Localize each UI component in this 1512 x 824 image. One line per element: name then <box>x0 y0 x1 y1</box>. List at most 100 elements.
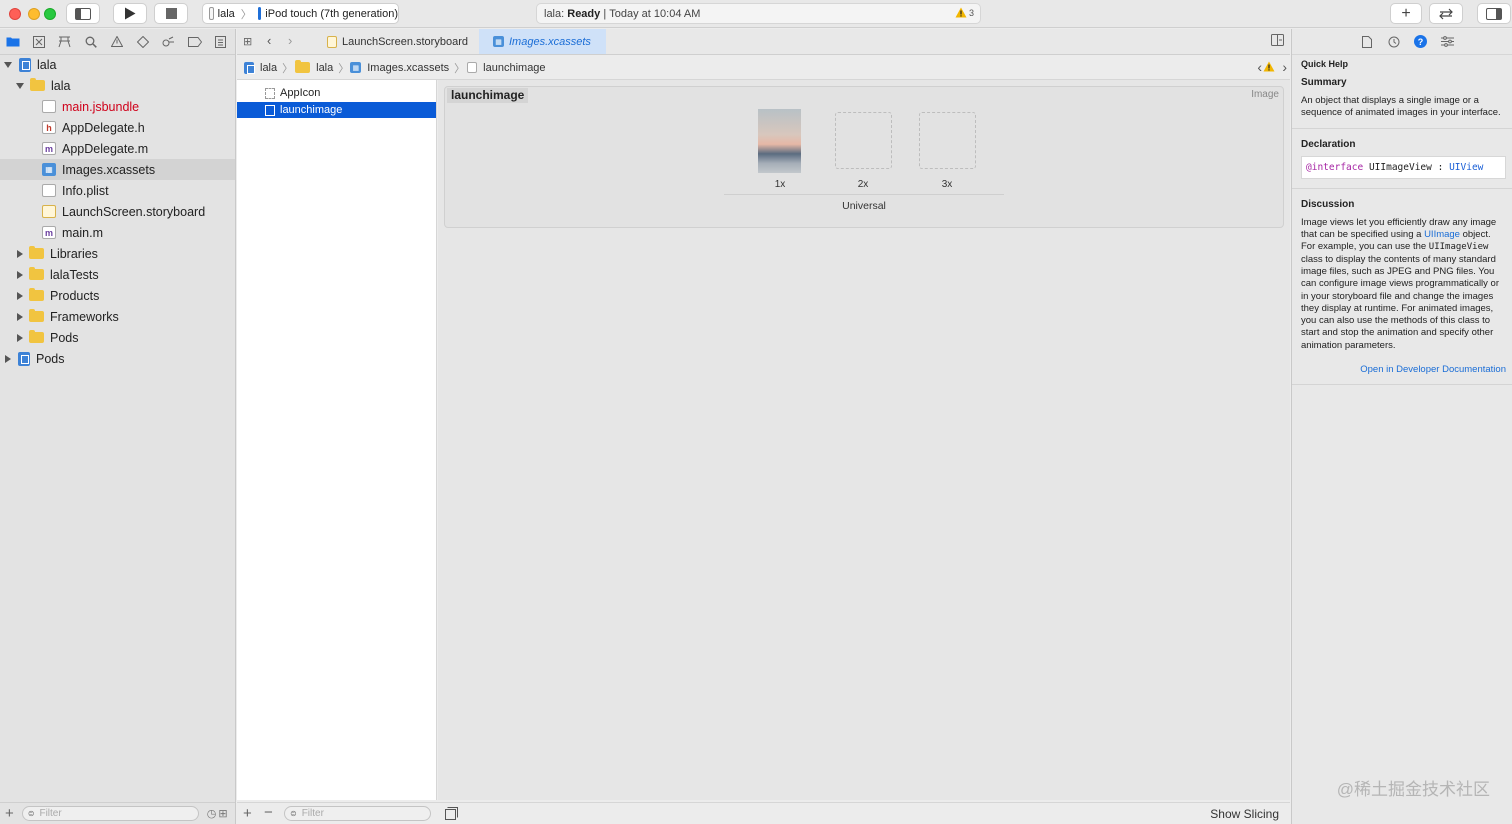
tree-item-appdelegate-m[interactable]: m AppDelegate.m <box>0 138 235 159</box>
asset-item-appicon[interactable]: AppIcon <box>237 85 436 101</box>
attributes-inspector-icon[interactable] <box>1441 35 1454 48</box>
tree-item-pods-group[interactable]: Pods <box>0 327 235 348</box>
scheme-selector[interactable]: lala 〉 iPod touch (7th generation) <box>202 3 399 24</box>
close-window-button[interactable] <box>9 8 21 20</box>
tree-item-frameworks[interactable]: Frameworks <box>0 306 235 327</box>
stop-icon <box>165 8 177 19</box>
source-control-icon[interactable] <box>31 34 46 49</box>
tree-item-main-m[interactable]: m main.m <box>0 222 235 243</box>
issue-navigator-icon[interactable] <box>109 34 124 49</box>
tree-item-products[interactable]: Products <box>0 285 235 306</box>
decl-superclass-link[interactable]: UIView <box>1449 162 1483 173</box>
summary-text: An object that displays a single image o… <box>1301 94 1501 118</box>
related-items-icon[interactable]: ⊞ <box>243 35 252 48</box>
toggle-inspector-button[interactable] <box>1477 3 1511 24</box>
breadcrumb-item[interactable]: Images.xcassets <box>367 62 449 74</box>
project-navigator: lala lala main.jsbundle h AppDelegate.h … <box>0 29 236 824</box>
debug-navigator-icon[interactable] <box>161 34 176 49</box>
slot-label-3x: 3x <box>941 179 953 190</box>
filter-options-icon[interactable]: ⊜ <box>290 809 297 818</box>
decl-colon: : <box>1437 162 1444 174</box>
asset-filter-input[interactable]: ⊜ Filter <box>284 806 431 821</box>
header-file-icon: h <box>42 121 56 134</box>
disclosure-closed-icon[interactable] <box>17 291 23 300</box>
quick-help-icon[interactable]: ? <box>1414 35 1427 48</box>
recent-files-icon[interactable]: ◷ <box>207 807 217 820</box>
stop-button[interactable] <box>154 3 188 24</box>
add-file-button[interactable]: + <box>5 805 14 822</box>
tree-item-label: AppDelegate.h <box>62 120 145 135</box>
library-button[interactable]: + <box>1390 3 1422 24</box>
tree-item-pods-project[interactable]: Pods <box>0 348 235 369</box>
disclosure-closed-icon[interactable] <box>17 312 23 321</box>
image-slot-3x[interactable] <box>919 112 976 169</box>
chevron-right-icon: 〉 <box>454 62 466 75</box>
remove-asset-button[interactable]: − <box>264 804 273 821</box>
run-button[interactable] <box>113 3 147 24</box>
tree-item-launchscreen[interactable]: LaunchScreen.storyboard <box>0 201 235 222</box>
tree-item-group-lala[interactable]: lala <box>0 75 235 96</box>
image-set-card[interactable]: launchimage Image 1x 2x 3x Universal <box>444 86 1284 228</box>
previous-issue-icon[interactable]: ‹ <box>1257 59 1262 75</box>
project-icon <box>18 351 30 366</box>
back-arrow-icon[interactable]: ‹ <box>267 33 271 48</box>
tree-item-label: Pods <box>36 351 65 366</box>
slot-label-2x: 2x <box>857 179 869 190</box>
disclosure-closed-icon[interactable] <box>17 333 23 342</box>
breakpoint-navigator-icon[interactable] <box>187 34 202 49</box>
zoom-window-button[interactable] <box>44 8 56 20</box>
tree-item-info-plist[interactable]: Info.plist <box>0 180 235 201</box>
disclosure-closed-icon[interactable] <box>17 270 23 279</box>
image-slot-1x[interactable] <box>758 109 801 173</box>
tree-item-lalatests[interactable]: lalaTests <box>0 264 235 285</box>
tree-item-images-xcassets[interactable]: ▦ Images.xcassets <box>0 159 235 180</box>
asset-item-launchimage[interactable]: launchimage <box>237 102 436 118</box>
warning-indicator[interactable]: 3 <box>955 7 974 18</box>
navigator-filter-input[interactable]: ⊜ Filter <box>21 806 199 821</box>
image-preview-icon[interactable] <box>445 807 458 823</box>
tree-item-libraries[interactable]: Libraries <box>0 243 235 264</box>
tree-item-label: Images.xcassets <box>62 162 156 177</box>
disclosure-open-icon[interactable] <box>16 82 24 89</box>
disclosure-closed-icon[interactable] <box>17 249 23 258</box>
filter-options-icon[interactable]: ⊜ <box>28 809 35 818</box>
tree-item-project-lala[interactable]: lala <box>0 54 235 75</box>
code-review-button[interactable] <box>1429 3 1463 24</box>
tree-item-label: Libraries <box>50 246 98 261</box>
breadcrumb-item[interactable]: lala <box>260 62 277 74</box>
test-navigator-icon[interactable] <box>135 34 150 49</box>
next-issue-icon[interactable]: › <box>1282 59 1287 75</box>
search-icon[interactable] <box>83 34 98 49</box>
disclosure-closed-icon[interactable] <box>5 354 11 363</box>
tree-item-label: lalaTests <box>50 267 99 282</box>
report-navigator-icon[interactable] <box>213 34 228 49</box>
tree-item-label: main.jsbundle <box>62 99 140 114</box>
symbol-navigator-icon[interactable] <box>57 34 72 49</box>
warning-icon[interactable] <box>1263 61 1275 75</box>
scm-filter-icon[interactable]: ⊞ <box>218 807 227 820</box>
add-asset-button[interactable]: + <box>243 805 252 822</box>
folder-navigator-icon[interactable] <box>5 34 20 49</box>
warning-icon <box>955 7 967 18</box>
add-editor-icon[interactable] <box>1271 34 1284 49</box>
breadcrumb-item[interactable]: launchimage <box>483 62 545 74</box>
folder-icon <box>29 309 44 322</box>
uiimage-link[interactable]: UIImage <box>1424 229 1460 240</box>
forward-arrow-icon[interactable]: › <box>288 33 292 48</box>
minimize-window-button[interactable] <box>28 8 40 20</box>
disclosure-open-icon[interactable] <box>4 61 12 68</box>
history-inspector-icon[interactable] <box>1387 35 1400 48</box>
plus-icon: + <box>1401 4 1411 22</box>
breadcrumb-item[interactable]: lala <box>316 62 333 74</box>
tree-item-appdelegate-h[interactable]: h AppDelegate.h <box>0 117 235 138</box>
tab-launchscreen-storyboard[interactable]: LaunchScreen.storyboard <box>313 29 479 54</box>
tab-images-xcassets[interactable]: ▦ Images.xcassets <box>479 29 606 54</box>
tree-item-main-jsbundle[interactable]: main.jsbundle <box>0 96 235 117</box>
image-set-name[interactable]: launchimage <box>447 88 529 103</box>
show-slicing-button[interactable]: Show Slicing <box>1210 807 1279 821</box>
swap-arrows-icon <box>1439 8 1453 19</box>
file-inspector-icon[interactable] <box>1360 35 1373 48</box>
open-documentation-link[interactable]: Open in Developer Documentation <box>1301 364 1506 376</box>
image-slot-2x[interactable] <box>835 112 892 169</box>
toggle-navigator-button[interactable] <box>66 3 100 24</box>
